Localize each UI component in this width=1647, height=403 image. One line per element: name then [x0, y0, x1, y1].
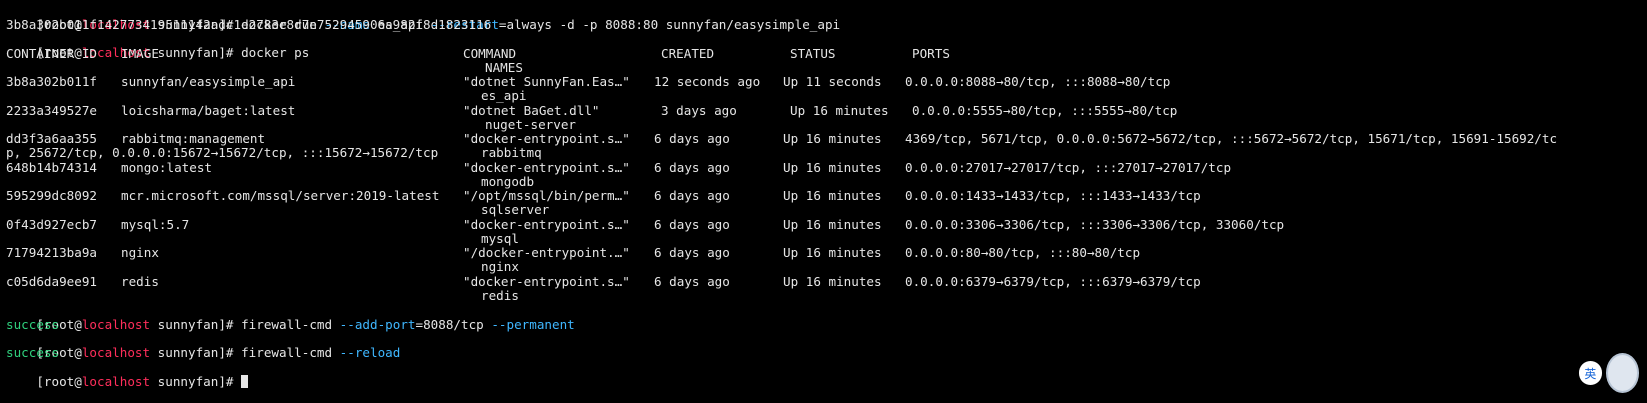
- container-status: Up 16 minutes: [783, 217, 882, 232]
- command-text: docker ps: [241, 45, 310, 60]
- container-id: 0f43d927ecb7: [6, 217, 97, 232]
- container-id: dd3f3a6aa355: [6, 131, 97, 146]
- container-id: 2233a349527e: [6, 103, 97, 118]
- container-image: nginx: [121, 245, 159, 260]
- prompt-dir: sunnyfan]#: [150, 374, 242, 389]
- container-name: rabbitmq: [481, 145, 542, 160]
- container-command: "docker-entrypoint.s…": [463, 274, 630, 289]
- container-status: Up 16 minutes: [783, 131, 882, 146]
- container-created: 12 seconds ago: [654, 74, 761, 89]
- container-image: loicsharma/baget:latest: [121, 103, 296, 118]
- prompt-dir: sunnyfan]#: [150, 45, 242, 60]
- container-created: 6 days ago: [654, 245, 730, 260]
- container-name: es_api: [481, 88, 527, 103]
- command-text: firewall-cmd: [241, 317, 340, 332]
- container-id: 595299dc8092: [6, 188, 97, 203]
- container-status: Up 16 minutes: [790, 103, 889, 118]
- container-name: nginx: [481, 259, 519, 274]
- container-image: redis: [121, 274, 159, 289]
- container-created: 6 days ago: [654, 217, 730, 232]
- command-text: =8088/tcp: [415, 317, 492, 332]
- prompt-host: localhost: [81, 345, 151, 360]
- container-command: "dotnet SunnyFan.Eas…": [463, 74, 630, 89]
- header-image: IMAGE: [121, 46, 159, 61]
- command-line-docker-ps: [root@localhost sunnyfan]# docker ps: [6, 32, 309, 60]
- output-success: success: [6, 317, 60, 332]
- container-command: "dotnet BaGet.dll": [463, 103, 600, 118]
- container-status: Up 16 minutes: [783, 188, 882, 203]
- container-created: 6 days ago: [654, 160, 730, 175]
- container-image: sunnyfan/easysimple_api: [121, 74, 296, 89]
- header-created: CREATED: [661, 46, 715, 61]
- prompt-host: localhost: [81, 374, 151, 389]
- prompt-host: localhost: [81, 317, 151, 332]
- text-cursor[interactable]: [241, 375, 249, 388]
- command-option: --reload: [339, 345, 401, 360]
- ime-widget[interactable]: 英: [1579, 353, 1639, 393]
- container-name: sqlserver: [481, 202, 550, 217]
- container-status: Up 16 minutes: [783, 274, 882, 289]
- ime-avatar-icon[interactable]: [1605, 353, 1639, 393]
- container-ports: 0.0.0.0:1433→1433/tcp, :::1433→1433/tcp: [905, 188, 1201, 203]
- container-command: "/docker-entrypoint.…": [463, 245, 630, 260]
- prompt-dir: sunnyfan]#: [150, 317, 242, 332]
- command-line-firewall-reload: [root@localhost sunnyfan]# firewall-cmd …: [6, 332, 400, 360]
- container-created: 6 days ago: [654, 188, 730, 203]
- container-status: Up 11 seconds: [783, 74, 882, 89]
- container-image: mongo:latest: [121, 160, 212, 175]
- prompt-open: [root@: [36, 374, 82, 389]
- prompt-dir: sunnyfan]#: [150, 345, 242, 360]
- output-container-hash: 3b8a302b011f142773419511142adc1e2783e8d7…: [6, 17, 492, 32]
- container-image: mcr.microsoft.com/mssql/server:2019-late…: [121, 188, 440, 203]
- ime-language-badge[interactable]: 英: [1579, 361, 1602, 385]
- command-line-active[interactable]: [root@localhost sunnyfan]#: [6, 361, 249, 389]
- container-id: 71794213ba9a: [6, 245, 97, 260]
- command-line-firewall-add: [root@localhost sunnyfan]# firewall-cmd …: [6, 304, 574, 332]
- container-created: 6 days ago: [654, 274, 730, 289]
- container-name: mysql: [481, 231, 519, 246]
- container-name: nuget-server: [485, 117, 576, 132]
- command-option: --permanent: [491, 317, 575, 332]
- output-success: success: [6, 345, 60, 360]
- container-status: Up 16 minutes: [783, 160, 882, 175]
- container-ports: 0.0.0.0:8088→80/tcp, :::8088→80/tcp: [905, 74, 1171, 89]
- header-command: COMMAND: [463, 46, 517, 61]
- container-command: "/opt/mssql/bin/perm…": [463, 188, 630, 203]
- command-line-docker-run: [root@localhost sunnyfan]# docker run --…: [6, 4, 840, 32]
- container-ports-wrap: p, 25672/tcp, 0.0.0.0:15672→15672/tcp, :…: [6, 145, 439, 160]
- container-name: redis: [481, 288, 519, 303]
- container-image: mysql:5.7: [121, 217, 190, 232]
- container-command: "docker-entrypoint.s…": [463, 131, 630, 146]
- container-ports: 0.0.0.0:27017→27017/tcp, :::27017→27017/…: [905, 160, 1232, 175]
- container-created: 3 days ago: [661, 103, 737, 118]
- container-command: "docker-entrypoint.s…": [463, 217, 630, 232]
- container-image: rabbitmq:management: [121, 131, 266, 146]
- container-ports: 0.0.0.0:80→80/tcp, :::80→80/tcp: [905, 245, 1141, 260]
- header-ports: PORTS: [912, 46, 950, 61]
- container-command: "docker-entrypoint.s…": [463, 160, 630, 175]
- container-created: 6 days ago: [654, 131, 730, 146]
- header-status: STATUS: [790, 46, 836, 61]
- container-id: c05d6da9ee91: [6, 274, 97, 289]
- command-text: =always -d -p 8088:80 sunnyfan/easysimpl…: [498, 17, 841, 32]
- terminal-window[interactable]: [root@localhost sunnyfan]# docker run --…: [0, 0, 1647, 403]
- container-id: 3b8a302b011f: [6, 74, 97, 89]
- container-ports: 0.0.0.0:3306→3306/tcp, :::3306→3306/tcp,…: [905, 217, 1285, 232]
- container-name: mongodb: [481, 174, 535, 189]
- command-text: firewall-cmd: [241, 345, 340, 360]
- header-container-id: CONTAINER ID: [6, 46, 97, 61]
- container-ports: 0.0.0.0:5555→80/tcp, :::5555→80/tcp: [912, 103, 1178, 118]
- container-ports: 4369/tcp, 5671/tcp, 0.0.0.0:5672→5672/tc…: [905, 132, 1558, 146]
- command-option: --add-port: [339, 317, 416, 332]
- container-ports: 0.0.0.0:6379→6379/tcp, :::6379→6379/tcp: [905, 274, 1201, 289]
- container-id: 648b14b74314: [6, 160, 97, 175]
- container-status: Up 16 minutes: [783, 245, 882, 260]
- header-names: NAMES: [485, 60, 523, 75]
